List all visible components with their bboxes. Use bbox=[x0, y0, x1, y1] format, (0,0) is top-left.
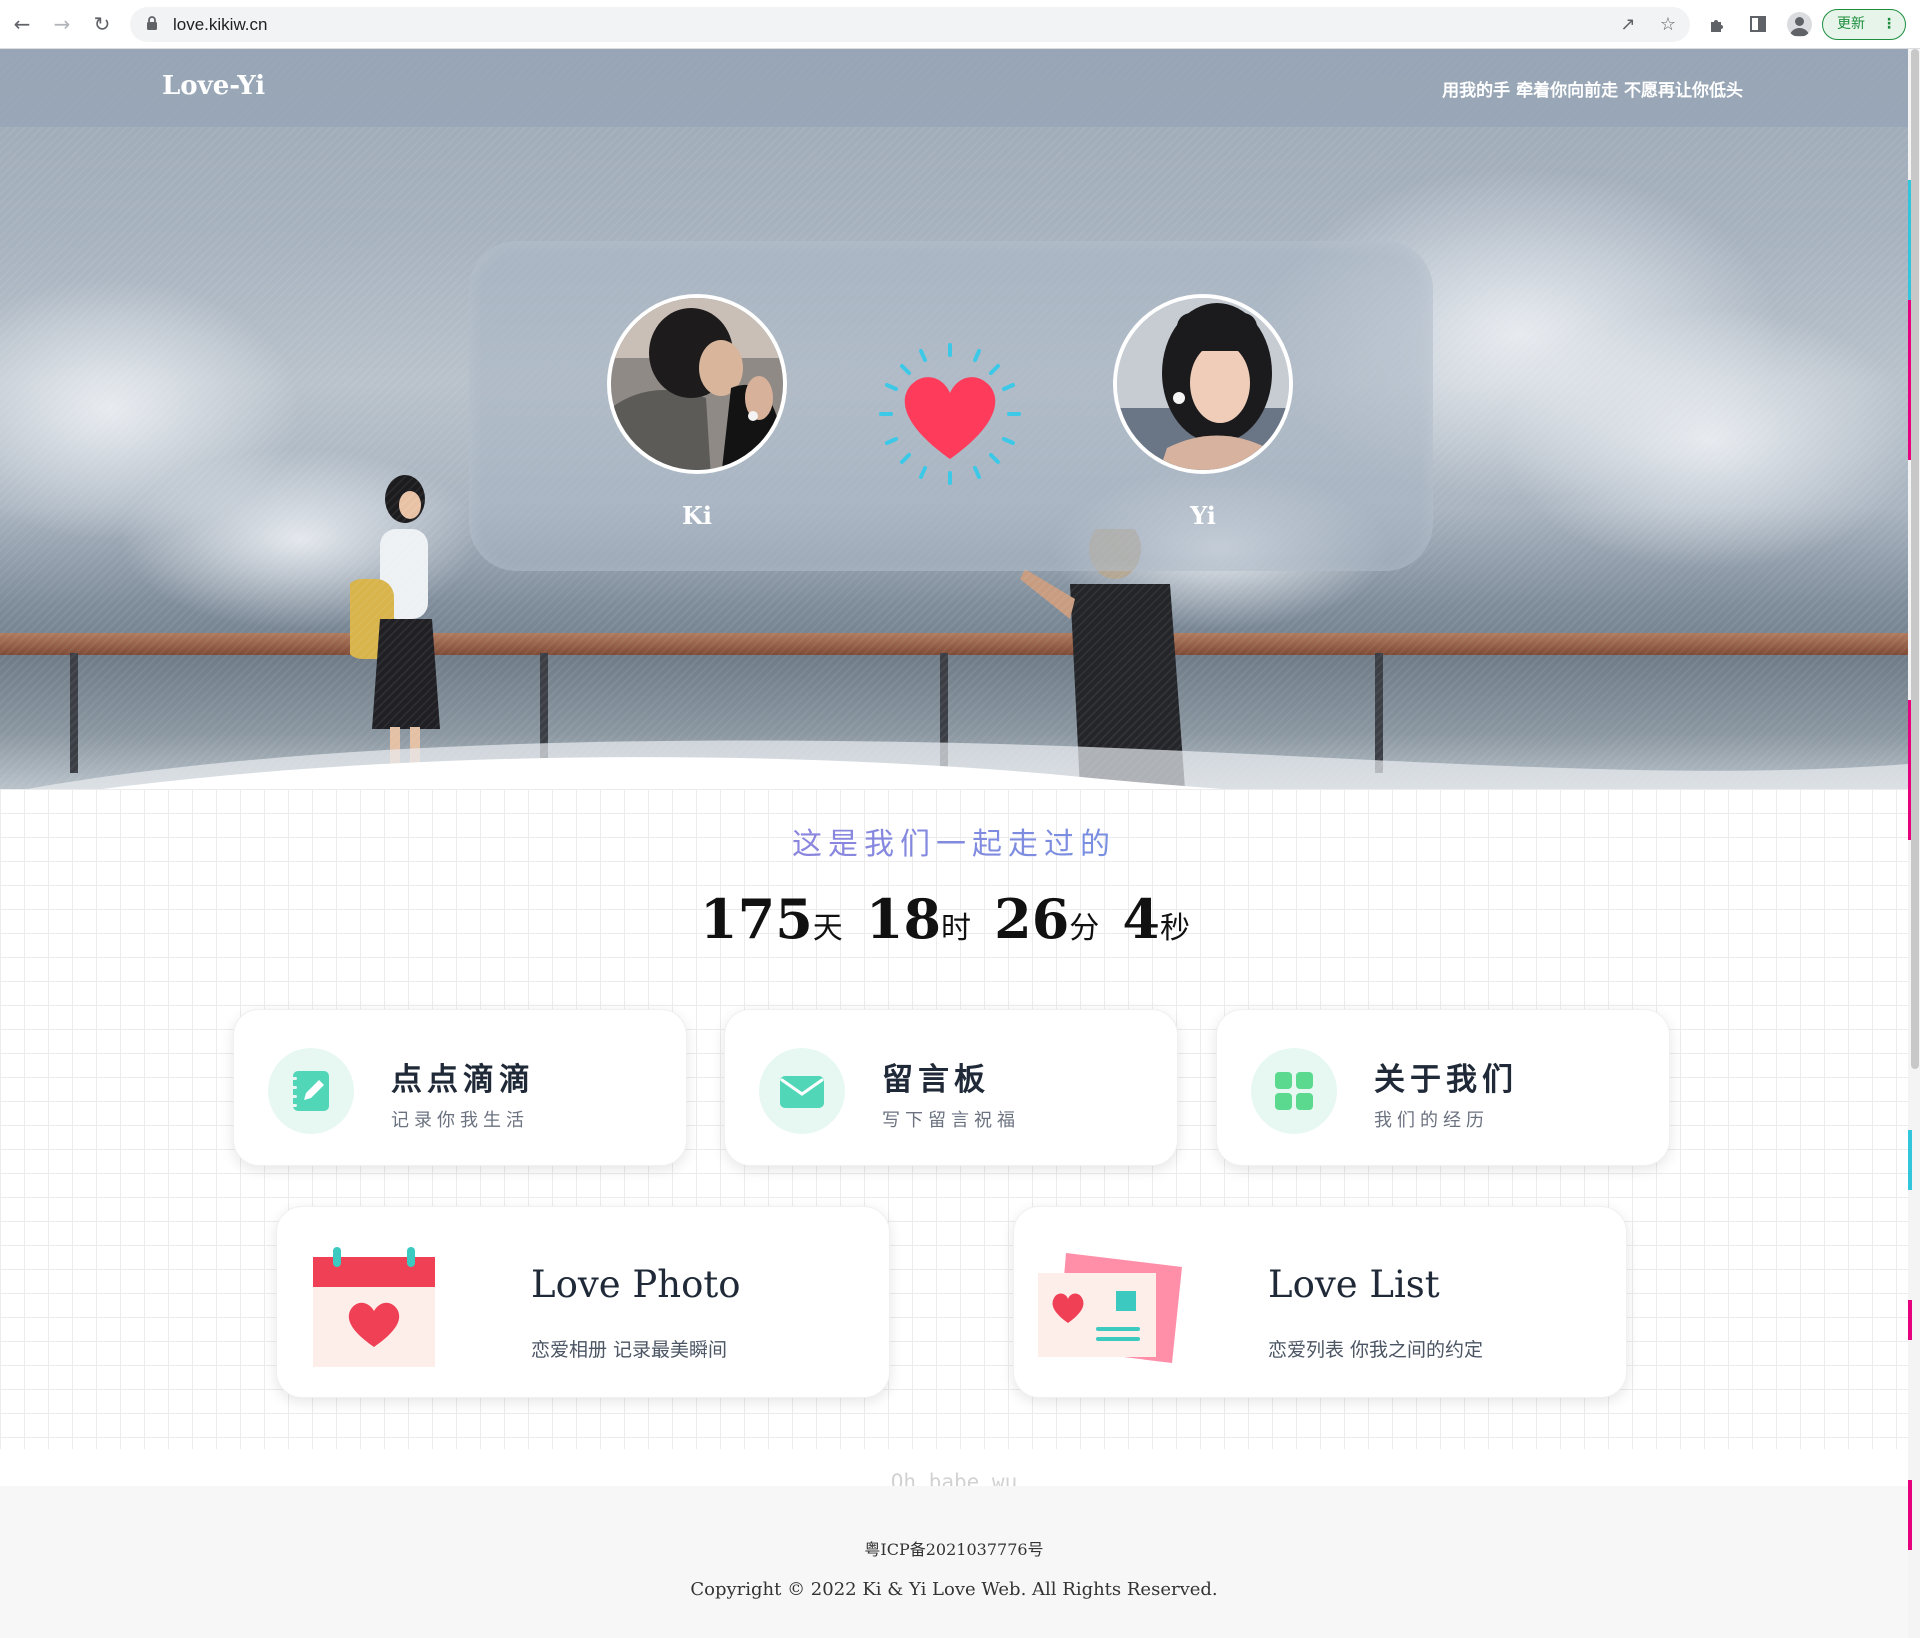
page-viewport: Love-Yi 用我的手 牵着你向前走 不愿再让你低头 Ki Yi 这是我们一起… bbox=[0, 49, 1908, 1638]
browser-chrome: ← → ↻ love.kikiw.cn ↗ ☆ 更新 ⋮ bbox=[0, 0, 1920, 49]
notebook-edit-icon bbox=[268, 1048, 354, 1134]
minutes-value: 26 bbox=[994, 887, 1070, 951]
footer: 粤ICP备2021037776号 Copyright © 2022 Ki & Y… bbox=[0, 1486, 1908, 1638]
seconds-unit: 秒 bbox=[1159, 911, 1190, 946]
side-panel-icon[interactable] bbox=[1745, 11, 1771, 37]
extensions-icon[interactable] bbox=[1705, 11, 1731, 37]
card-title: Love Photo bbox=[531, 1263, 741, 1306]
share-icon[interactable]: ↗ bbox=[1617, 14, 1639, 36]
minutes-unit: 分 bbox=[1069, 911, 1100, 946]
card-title: 关于我们 bbox=[1374, 1062, 1518, 1098]
top-navbar: Love-Yi 用我的手 牵着你向前走 不愿再让你低头 bbox=[0, 49, 1908, 127]
address-bar[interactable]: love.kikiw.cn ↗ ☆ bbox=[130, 7, 1690, 42]
card-subtitle: 记录你我生活 bbox=[391, 1110, 529, 1131]
card-love-list[interactable]: Love List 恋爱列表 你我之间的约定 bbox=[1013, 1206, 1627, 1398]
card-about-us[interactable]: 关于我们 我们的经历 bbox=[1216, 1009, 1670, 1166]
love-counter: 175天 18时 26分 4秒 bbox=[0, 887, 1908, 951]
days-unit: 天 bbox=[812, 911, 843, 946]
grid-icon bbox=[1251, 1048, 1337, 1134]
hours-unit: 时 bbox=[941, 911, 972, 946]
card-title: 点点滴滴 bbox=[391, 1062, 535, 1098]
envelope-icon bbox=[759, 1048, 845, 1134]
scrollbar-accent bbox=[1908, 1480, 1912, 1550]
forward-icon[interactable]: → bbox=[48, 10, 76, 38]
url-text[interactable]: love.kikiw.cn bbox=[173, 15, 267, 35]
wave-divider bbox=[27, 740, 1908, 789]
scrollbar-accent bbox=[1908, 1130, 1912, 1190]
lock-icon bbox=[147, 16, 157, 30]
card-love-photo[interactable]: Love Photo 恋爱相册 记录最美瞬间 bbox=[276, 1206, 890, 1398]
name-yi: Yi bbox=[1190, 501, 1216, 530]
days-value: 175 bbox=[700, 887, 813, 951]
copyright-text: Copyright © 2022 Ki & Yi Love Web. All R… bbox=[690, 1579, 1218, 1600]
scrollbar-thumb[interactable] bbox=[1911, 49, 1919, 1069]
calendar-heart-icon bbox=[313, 1247, 435, 1367]
bookmark-star-icon[interactable]: ☆ bbox=[1657, 14, 1679, 36]
card-subtitle: 写下留言祝福 bbox=[882, 1110, 1020, 1131]
card-subtitle: 我们的经历 bbox=[1374, 1110, 1489, 1131]
hours-value: 18 bbox=[865, 887, 942, 951]
heart-icon bbox=[879, 343, 1021, 485]
reload-icon[interactable]: ↻ bbox=[88, 10, 116, 38]
seconds-value: 4 bbox=[1122, 887, 1160, 951]
together-heading: 这是我们一起走过的 bbox=[0, 819, 1908, 863]
scrollbar-accent bbox=[1908, 1300, 1912, 1340]
card-title: 留言板 bbox=[882, 1062, 990, 1098]
card-subtitle: 恋爱列表 你我之间的约定 bbox=[1268, 1339, 1484, 1361]
card-guestbook[interactable]: 留言板 写下留言祝福 bbox=[724, 1009, 1178, 1166]
card-heart-icon bbox=[1038, 1253, 1182, 1363]
site-tagline: 用我的手 牵着你向前走 不愿再让你低头 bbox=[1442, 81, 1743, 101]
card-title: Love List bbox=[1268, 1263, 1440, 1306]
name-ki: Ki bbox=[682, 501, 712, 530]
browser-toolbar: ← → ↻ love.kikiw.cn ↗ ☆ 更新 ⋮ bbox=[0, 0, 1920, 49]
card-moments[interactable]: 点点滴滴 记录你我生活 bbox=[233, 1009, 687, 1166]
avatar-yi bbox=[1113, 294, 1293, 474]
icp-record-link[interactable]: 粤ICP备2021037776号 bbox=[0, 1536, 1908, 1560]
back-icon[interactable]: ← bbox=[8, 10, 36, 38]
update-label: 更新 bbox=[1837, 16, 1865, 32]
more-menu-icon[interactable]: ⋮ bbox=[1882, 10, 1896, 38]
avatar-ki bbox=[607, 294, 787, 474]
profile-avatar-icon[interactable] bbox=[1787, 12, 1812, 37]
site-brand[interactable]: Love-Yi bbox=[162, 71, 265, 101]
card-subtitle: 恋爱相册 记录最美瞬间 bbox=[531, 1339, 728, 1361]
update-button[interactable]: 更新 ⋮ bbox=[1822, 9, 1906, 40]
